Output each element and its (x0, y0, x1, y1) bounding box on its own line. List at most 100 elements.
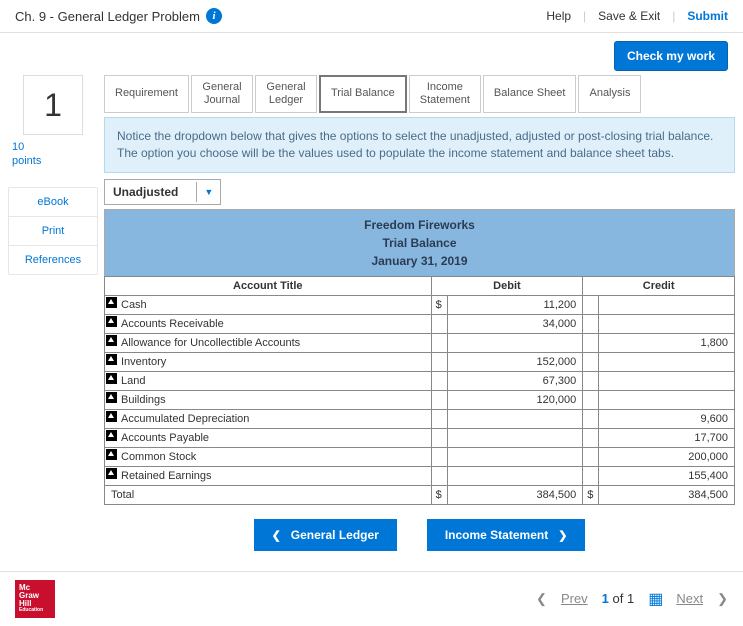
account-cell[interactable]: Land (105, 371, 432, 390)
dropdown-icon[interactable] (106, 449, 117, 460)
page-title: Ch. 9 - General Ledger Problem (15, 9, 200, 24)
col-credit: Credit (583, 276, 735, 295)
debit-cell[interactable]: 120,000 (447, 390, 583, 409)
tab-balance-sheet[interactable]: Balance Sheet (483, 75, 577, 113)
debit-cell[interactable] (447, 466, 583, 485)
tab-requirement[interactable]: Requirement (104, 75, 189, 113)
save-exit-link[interactable]: Save & Exit (598, 9, 660, 23)
account-cell[interactable]: Cash (105, 295, 432, 314)
dropdown-icon[interactable] (106, 335, 117, 346)
report-title: Trial Balance (105, 234, 734, 252)
credit-cell[interactable]: 17,700 (599, 428, 735, 447)
tab-income-statement[interactable]: IncomeStatement (409, 75, 481, 113)
references-link[interactable]: References (9, 246, 97, 274)
credit-cell[interactable]: 1,800 (599, 333, 735, 352)
trial-balance-type-dropdown[interactable]: Unadjusted ▼ (104, 179, 221, 205)
credit-cell[interactable] (599, 371, 735, 390)
left-column: 1 10 points eBook Print References (8, 75, 98, 551)
debit-currency: $ (431, 295, 447, 314)
total-debit: 384,500 (447, 485, 583, 504)
dropdown-icon[interactable] (106, 392, 117, 403)
debit-cell[interactable] (447, 409, 583, 428)
debit-cell[interactable] (447, 333, 583, 352)
dropdown-icon[interactable] (106, 373, 117, 384)
points-value: 10 (12, 141, 24, 153)
report-header: Freedom Fireworks Trial Balance January … (104, 209, 735, 276)
chevron-down-icon: ▼ (196, 182, 220, 202)
dropdown-icon[interactable] (106, 297, 117, 308)
dropdown-icon[interactable] (106, 430, 117, 441)
account-cell[interactable]: Accounts Receivable (105, 314, 432, 333)
ebook-link[interactable]: eBook (9, 188, 97, 217)
table-row: Accounts Payable 17,700 (105, 428, 735, 447)
debit-cell[interactable]: 11,200 (447, 295, 583, 314)
chevron-left-icon: ❮ (272, 530, 281, 542)
debit-currency (431, 428, 447, 447)
credit-cell[interactable]: 9,600 (599, 409, 735, 428)
points-label: 10 points (12, 141, 98, 167)
debit-cell[interactable] (447, 447, 583, 466)
notice-banner: Notice the dropdown below that gives the… (104, 117, 735, 173)
debit-cell[interactable]: 34,000 (447, 314, 583, 333)
tab-general-journal[interactable]: GeneralJournal (191, 75, 253, 113)
debit-currency (431, 409, 447, 428)
divider: | (672, 9, 675, 23)
account-cell[interactable]: Accounts Payable (105, 428, 432, 447)
debit-cell[interactable]: 152,000 (447, 352, 583, 371)
trial-balance-table: Account Title Debit Credit Cash$11,200Ac… (104, 276, 735, 505)
account-cell[interactable]: Accumulated Depreciation (105, 409, 432, 428)
content-column: RequirementGeneralJournalGeneralLedgerTr… (104, 75, 735, 551)
dropdown-icon[interactable] (106, 354, 117, 365)
tab-general-ledger[interactable]: GeneralLedger (255, 75, 317, 113)
credit-cell[interactable] (599, 352, 735, 371)
credit-cell[interactable] (599, 314, 735, 333)
credit-cell[interactable] (599, 390, 735, 409)
print-link[interactable]: Print (9, 217, 97, 246)
next-page[interactable]: Next (676, 591, 703, 606)
submit-link[interactable]: Submit (687, 9, 728, 23)
main-area: 1 10 points eBook Print References Requi… (0, 75, 743, 561)
credit-currency (583, 428, 599, 447)
account-cell[interactable]: Buildings (105, 390, 432, 409)
account-cell[interactable]: Retained Earnings (105, 466, 432, 485)
credit-cell[interactable]: 155,400 (599, 466, 735, 485)
debit-cell[interactable]: 67,300 (447, 371, 583, 390)
debit-currency (431, 314, 447, 333)
footer: Mc Graw Hill Education ❮ Prev 1 of 1 ▦ N… (0, 571, 743, 626)
col-account-title: Account Title (105, 276, 432, 295)
table-row: Common Stock 200,000 (105, 447, 735, 466)
check-work-button[interactable]: Check my work (614, 41, 728, 71)
credit-cell[interactable]: 200,000 (599, 447, 735, 466)
credit-currency (583, 409, 599, 428)
dropdown-icon[interactable] (106, 468, 117, 479)
total-credit: 384,500 (599, 485, 735, 504)
table-row: Retained Earnings 155,400 (105, 466, 735, 485)
account-cell[interactable]: Inventory (105, 352, 432, 371)
page-header: Ch. 9 - General Ledger Problem i Help | … (0, 0, 743, 33)
credit-cell[interactable] (599, 295, 735, 314)
credit-currency (583, 295, 599, 314)
account-cell[interactable]: Common Stock (105, 447, 432, 466)
company-name: Freedom Fireworks (105, 216, 734, 234)
total-row: Total$384,500$384,500 (105, 485, 735, 504)
prev-step-label: General Ledger (291, 528, 379, 542)
debit-currency (431, 352, 447, 371)
table-row: Buildings 120,000 (105, 390, 735, 409)
dropdown-icon[interactable] (106, 316, 117, 327)
prev-page[interactable]: Prev (561, 591, 588, 606)
debit-cell[interactable] (447, 428, 583, 447)
credit-currency (583, 466, 599, 485)
next-step-button[interactable]: Income Statement ❯ (427, 519, 586, 551)
debit-currency (431, 371, 447, 390)
dropdown-icon[interactable] (106, 411, 117, 422)
prev-step-button[interactable]: ❮ General Ledger (254, 519, 397, 551)
account-cell[interactable]: Allowance for Uncollectible Accounts (105, 333, 432, 352)
tab-trial-balance[interactable]: Trial Balance (319, 75, 407, 113)
step-nav: ❮ General Ledger Income Statement ❯ (104, 519, 735, 551)
help-link[interactable]: Help (546, 9, 571, 23)
table-row: Accounts Receivable 34,000 (105, 314, 735, 333)
debit-currency (431, 447, 447, 466)
grid-icon[interactable]: ▦ (648, 589, 662, 609)
info-icon[interactable]: i (206, 8, 222, 24)
tab-analysis[interactable]: Analysis (578, 75, 641, 113)
